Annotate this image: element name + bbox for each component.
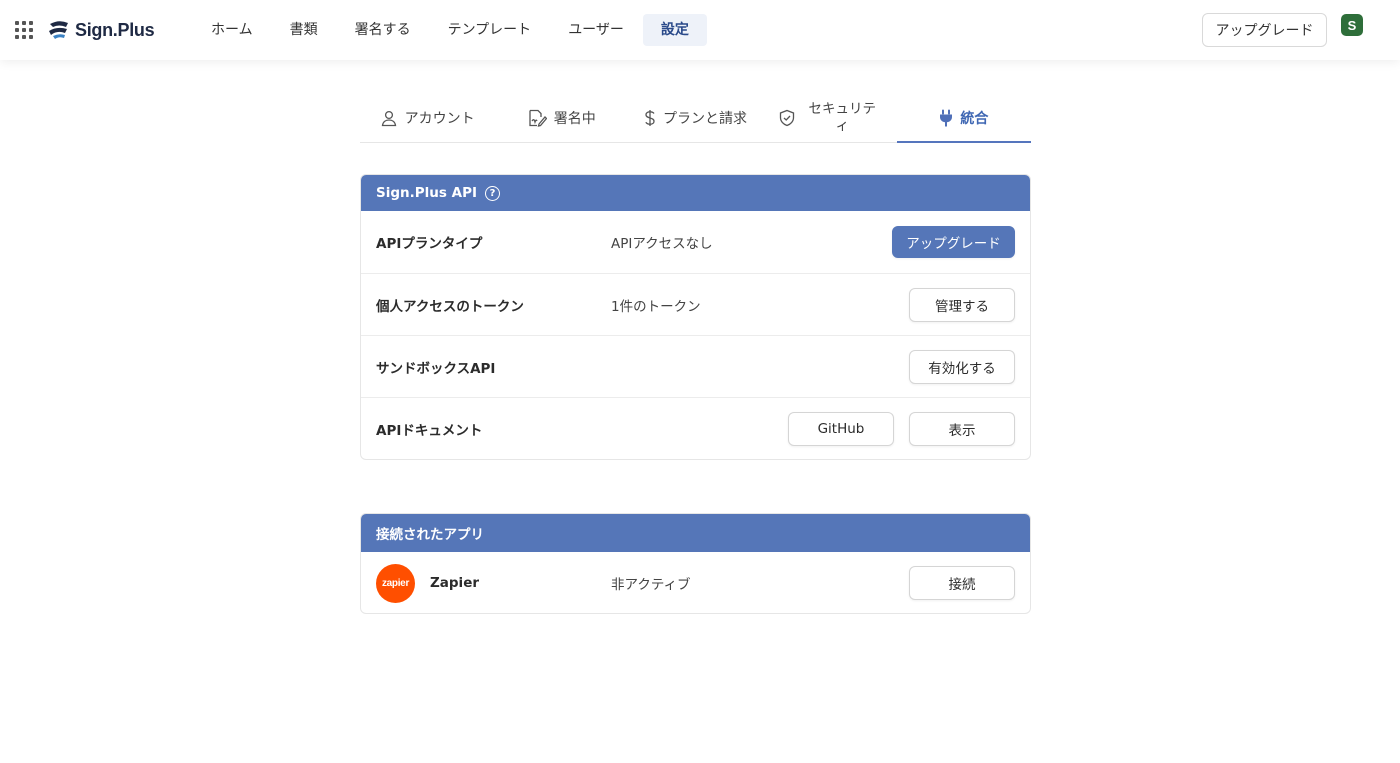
sign-plus-logo-icon [49,21,68,39]
zapier-logo: zapier [376,563,415,603]
app-logo[interactable]: Sign.Plus [47,17,155,43]
nav-users[interactable]: ユーザー [550,14,642,46]
top-bar: Sign.Plus ホーム 書類 署名する テンプレート ユーザー 設定 アップ… [0,0,1400,60]
app-status: 非アクティブ [611,577,691,593]
api-docs-row: APIドキュメント GitHub 表示 [361,397,1030,459]
main-nav: ホーム 書類 署名する テンプレート ユーザー 設定 [193,14,708,46]
app-row: zapier Zapier 非アクティブ 接続 [361,552,1030,613]
avatar[interactable]: S [1341,14,1363,36]
tab-label: 統合 [960,110,989,127]
sandbox-api-row: サンドボックスAPI 有効化する [361,335,1030,397]
api-plan-row: APIプランタイプ APIアクセスなし アップグレード [361,211,1030,273]
api-card-title: Sign.Plus API [376,185,477,201]
app-grid-icon[interactable] [15,21,33,39]
plug-icon [940,109,953,126]
help-icon[interactable]: ? [485,185,500,201]
shield-check-icon [780,109,795,126]
access-token-row: 個人アクセスのトークン 1件のトークン 管理する [361,273,1030,335]
github-button[interactable]: GitHub [788,411,894,446]
tab-label: セキュリティ [808,100,876,134]
tab-security[interactable]: セキュリティ [763,93,897,142]
settings-tabs: アカウント 署名中 プランと請求 セキュリティ 統合 [360,93,1032,143]
row-label: APIプランタイプ [376,236,483,252]
row-label: APIドキュメント [376,422,483,439]
api-card-header: Sign.Plus API ? [361,175,1030,211]
app-name: Zapier [430,575,480,591]
tab-label: 署名中 [553,110,596,127]
row-label: 個人アクセスのトークン [376,298,524,315]
api-card: Sign.Plus API ? APIプランタイプ APIアクセスなし アップグ… [360,174,1031,460]
tab-signing[interactable]: 署名中 [494,93,628,142]
dollar-icon [645,109,655,126]
nav-sign[interactable]: 署名する [337,14,429,46]
row-label: サンドボックスAPI [376,360,496,377]
tab-account[interactable]: アカウント [360,93,494,142]
connected-apps-title: 接続されたアプリ [376,527,484,543]
tab-integrations[interactable]: 統合 [896,93,1032,143]
tab-label: アカウント [404,110,475,127]
nav-settings[interactable]: 設定 [642,14,707,46]
tab-plan-billing[interactable]: プランと請求 [628,93,762,142]
nav-templates[interactable]: テンプレート [430,14,550,46]
manage-tokens-button[interactable]: 管理する [909,287,1015,322]
enable-sandbox-button[interactable]: 有効化する [909,349,1015,384]
logo-text: Sign.Plus [75,19,155,40]
nav-documents[interactable]: 書類 [272,14,336,46]
api-upgrade-button[interactable]: アップグレード [892,226,1015,258]
sign-document-icon [529,109,547,127]
connected-apps-header: 接続されたアプリ [361,514,1030,552]
connected-apps-card: 接続されたアプリ zapier Zapier 非アクティブ 接続 [360,513,1031,614]
user-icon [381,110,396,126]
upgrade-button[interactable]: アップグレード [1202,13,1327,47]
nav-home[interactable]: ホーム [193,14,271,46]
view-docs-button[interactable]: 表示 [909,411,1015,446]
connect-button[interactable]: 接続 [909,566,1015,600]
row-value: 1件のトークン [611,298,701,315]
tab-label: プランと請求 [663,110,747,127]
row-value: APIアクセスなし [611,236,713,252]
